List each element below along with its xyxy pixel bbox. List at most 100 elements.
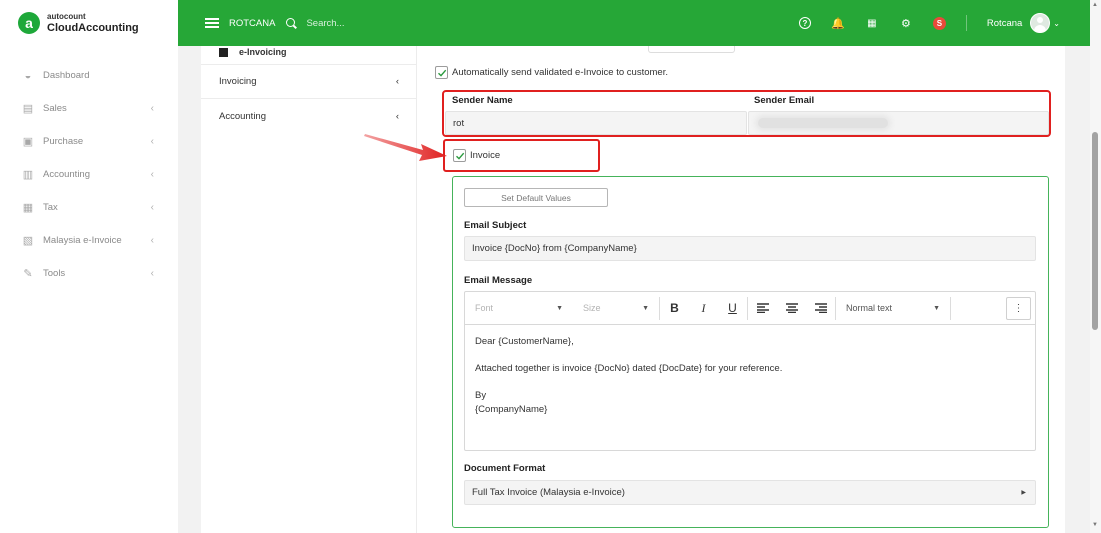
gear-icon[interactable]: ⚙ (899, 16, 913, 30)
toolbar-divider (950, 296, 951, 320)
search-icon[interactable] (286, 17, 297, 29)
auto-send-option[interactable]: Automatically send validated e-Invoice t… (435, 66, 668, 79)
redacted-email (758, 118, 888, 128)
more-options-icon[interactable]: ⋮ (1006, 296, 1031, 320)
message-body: Attached together is invoice {DocNo} dat… (475, 363, 783, 374)
sidebar-item-label: Tools (43, 268, 66, 279)
underline-button[interactable]: U (718, 292, 747, 324)
align-center-icon[interactable] (777, 292, 806, 324)
set-default-values-button[interactable]: Set Default Values (464, 188, 608, 207)
submenu-header[interactable]: e-Invoicing (201, 46, 416, 65)
tax-icon: ▦ (22, 202, 34, 214)
document-format-label: Document Format (464, 463, 546, 474)
brand-name-bottom: CloudAccounting (47, 21, 139, 34)
scrollbar-thumb[interactable] (1092, 132, 1098, 330)
font-select-placeholder: Font (475, 303, 494, 313)
sender-name-field[interactable]: rot (445, 111, 747, 135)
user-name[interactable]: Rotcana (987, 18, 1022, 29)
tools-icon: ✎ (23, 268, 33, 280)
sidebar-item-label: Dashboard (43, 70, 90, 81)
scroll-up-icon[interactable]: ▲ (1092, 2, 1098, 8)
editor-content[interactable]: Dear {CustomerName}, Attached together i… (465, 325, 1035, 426)
bell-icon[interactable]: 🔔 (831, 16, 845, 30)
submenu-item-label: Accounting (219, 110, 267, 122)
sidebar-item-tools[interactable]: ✎ Tools ‹ (0, 257, 178, 290)
scroll-down-icon[interactable]: ▼ (1092, 522, 1098, 528)
sidebar-item-tax[interactable]: ▦ Tax ‹ (0, 191, 178, 224)
sidebar-item-label: Malaysia e-Invoice (43, 235, 122, 246)
paragraph-style-value: Normal text (846, 303, 893, 313)
sidebar-item-label: Sales (43, 103, 67, 114)
apps-grid-icon[interactable]: ▦ (865, 16, 879, 30)
submenu-item-label: Invoicing (219, 76, 257, 87)
page-scrollbar[interactable]: ▲ ▼ (1090, 0, 1101, 533)
submenu-item-invoicing[interactable]: Invoicing ‹ (201, 65, 416, 99)
settings-submenu: e-Invoicing Invoicing ‹ Accounting ‹ (201, 46, 417, 533)
brand-name-top: autocount (47, 11, 86, 21)
subscription-badge[interactable]: S (932, 16, 946, 30)
align-left-icon[interactable] (748, 292, 777, 324)
size-select-placeholder: Size (583, 303, 601, 313)
caret-down-icon: ▼ (642, 304, 649, 312)
caret-down-icon: ▼ (556, 304, 563, 312)
document-format-value: Full Tax Invoice (Malaysia e-Invoice) (472, 487, 625, 498)
top-header: ROTCANA ? 🔔 ▦ ⚙ S Rotcana ⌄ (178, 0, 1090, 46)
chevron-left-icon: ‹ (150, 268, 154, 279)
header-divider (965, 15, 967, 31)
size-select[interactable]: Size ▼ (573, 292, 659, 324)
chevron-left-icon: ‹ (395, 76, 399, 87)
bold-button[interactable]: B (660, 292, 689, 324)
caret-right-icon: ▶ (1021, 490, 1026, 496)
hamburger-menu-icon[interactable] (205, 18, 219, 28)
sidebar-item-malaysia-einvoice[interactable]: ▧ Malaysia e-Invoice ‹ (0, 224, 178, 257)
chevron-left-icon: ‹ (150, 103, 154, 114)
dashboard-icon: ◒ (24, 69, 32, 82)
sidebar-item-sales[interactable]: ▤ Sales ‹ (0, 92, 178, 125)
email-message-editor[interactable]: Font ▼ Size ▼ B I U Normal text ▼ ⋮ Dear… (464, 291, 1036, 451)
invoice-email-panel: Set Default Values Email Subject Invoice… (452, 176, 1049, 528)
invoice-checkbox[interactable] (453, 149, 466, 162)
brand-logo[interactable]: a autocount CloudAccounting (0, 0, 178, 46)
editor-toolbar: Font ▼ Size ▼ B I U Normal text ▼ ⋮ (465, 292, 1035, 325)
paragraph-style-select[interactable]: Normal text ▼ (836, 292, 950, 324)
font-select[interactable]: Font ▼ (465, 292, 573, 324)
message-closing: By (475, 390, 487, 401)
email-message-label: Email Message (464, 275, 533, 286)
auto-send-checkbox[interactable] (435, 66, 448, 79)
caret-down-icon: ▼ (933, 304, 940, 312)
previous-field-edge (648, 46, 735, 53)
message-signature: {CompanyName} (475, 403, 548, 415)
company-name[interactable]: ROTCANA (229, 18, 275, 29)
sidebar-item-purchase[interactable]: ▣ Purchase ‹ (0, 125, 178, 158)
invoice-option[interactable]: Invoice (453, 149, 500, 162)
italic-button[interactable]: I (689, 292, 718, 324)
sender-email-label: Sender Email (754, 95, 815, 106)
sidebar-item-label: Purchase (43, 136, 84, 147)
sidebar-item-accounting[interactable]: ▥ Accounting ‹ (0, 158, 178, 191)
sidebar-item-dashboard[interactable]: ◒ Dashboard (0, 59, 178, 92)
einvoice-icon: ▧ (22, 235, 34, 247)
email-subject-field[interactable]: Invoice {DocNo} from {CompanyName} (464, 236, 1036, 261)
chevron-left-icon: ‹ (150, 136, 154, 147)
chevron-down-icon[interactable]: ⌄ (1053, 19, 1060, 28)
auto-send-label: Automatically send validated e-Invoice t… (452, 67, 668, 78)
submenu-item-accounting[interactable]: Accounting ‹ (201, 99, 416, 133)
avatar[interactable] (1030, 13, 1051, 33)
sales-icon: ▤ (22, 103, 34, 115)
sender-email-field[interactable] (748, 111, 1049, 135)
chevron-left-icon: ‹ (150, 235, 154, 246)
accounting-icon: ▥ (22, 169, 34, 181)
search-input[interactable] (306, 17, 457, 29)
app-sidebar: a autocount CloudAccounting ◒ Dashboard … (0, 0, 178, 533)
document-format-select[interactable]: Full Tax Invoice (Malaysia e-Invoice) ▶ (464, 480, 1036, 505)
help-icon[interactable]: ? (798, 17, 811, 29)
message-greeting: Dear {CustomerName}, (475, 336, 574, 347)
submenu-header-label: e-Invoicing (239, 46, 287, 57)
sender-name-label: Sender Name (452, 95, 513, 106)
sidebar-item-label: Accounting (43, 169, 91, 180)
email-subject-label: Email Subject (464, 220, 527, 231)
sender-name-value: rot (453, 117, 465, 129)
align-right-icon[interactable] (806, 292, 835, 324)
purchase-icon: ▣ (22, 136, 34, 148)
main-nav: ◒ Dashboard ▤ Sales ‹ ▣ Purchase ‹ ▥ Acc… (0, 59, 178, 290)
